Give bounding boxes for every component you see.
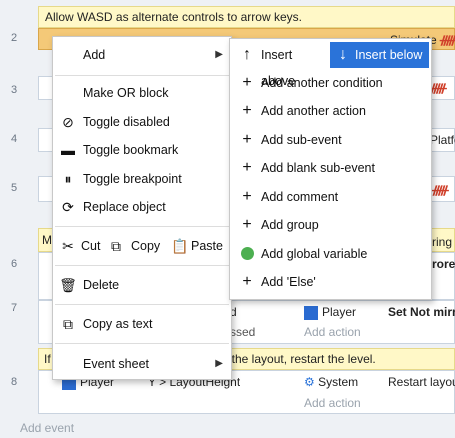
action-text: Platfo <box>430 133 455 147</box>
menu-label: Add blank sub-event <box>261 161 375 175</box>
trash-icon: 🗑 <box>59 277 77 293</box>
menu-separator <box>55 226 229 227</box>
line-number: 4 <box>10 133 18 145</box>
menu-label: Insert below <box>355 48 423 62</box>
menu-label: Toggle bookmark <box>83 143 179 157</box>
disabled-icon: ⊘ <box>62 114 74 130</box>
action-object[interactable]: ⚙ System <box>304 372 358 392</box>
menu-item-add-group[interactable]: + Add group <box>230 212 431 238</box>
submenu-arrow-icon: ▶ <box>215 358 223 369</box>
menu-label: Add sub-event <box>261 133 342 147</box>
plus-icon: + <box>242 216 252 233</box>
paste-icon: 📋 <box>171 238 189 254</box>
player-icon <box>304 305 318 320</box>
action-text[interactable]: Restart layou <box>388 372 455 392</box>
insert-above-button[interactable]: ↑ Insert above <box>230 42 326 88</box>
copy-button[interactable]: Copy <box>131 233 160 259</box>
line-number: 8 <box>10 376 18 388</box>
menu-item-add-action[interactable]: + Add another action <box>230 98 431 124</box>
add-submenu: ↑ Insert above ↓ Insert below + Add anot… <box>229 38 432 300</box>
menu-label: Add global variable <box>261 247 368 261</box>
context-menu: Add ▶ Make OR block ⊘ Toggle disabled ▬ … <box>52 36 232 380</box>
plus-icon: + <box>242 131 252 148</box>
menu-label: Copy as text <box>83 317 153 331</box>
menu-label: Toggle disabled <box>83 115 170 129</box>
menu-separator <box>55 75 229 76</box>
action-object[interactable]: Player <box>304 302 356 322</box>
menu-item-add-blank-sub-event[interactable]: + Add blank sub-event <box>230 155 431 181</box>
menu-label: Event sheet <box>83 357 150 371</box>
line-number: 7 <box>10 302 18 314</box>
menu-item-add-comment[interactable]: + Add comment <box>230 184 431 210</box>
action-text: ᚏ <box>432 183 449 197</box>
menu-separator <box>55 343 229 344</box>
menu-label: Add <box>83 48 106 62</box>
comment-fragment: If <box>44 352 51 366</box>
plus-icon: + <box>242 159 252 176</box>
comment-row[interactable]: Allow WASD as alternate controls to arro… <box>38 6 455 28</box>
menu-item-add-sub-event[interactable]: + Add sub-event <box>230 127 431 153</box>
action-text[interactable]: Set Not mirr <box>388 302 455 322</box>
add-action-link[interactable]: Add action <box>304 393 361 413</box>
add-event-link[interactable]: Add event <box>20 418 74 438</box>
menu-label: Add another action <box>261 104 366 118</box>
comment-fragment: M <box>42 233 52 247</box>
menu-item-copy-as-text[interactable]: ⧉ Copy as text <box>53 311 231 337</box>
cut-icon: ✂ <box>62 238 74 254</box>
copy-icon: ⧉ <box>111 238 121 254</box>
menu-item-event-sheet[interactable]: Event sheet ▶ <box>53 351 231 377</box>
arrow-up-icon: ↑ <box>243 46 251 63</box>
plus-icon: + <box>242 273 252 290</box>
menu-item-add-global-variable[interactable]: Add global variable <box>230 241 431 267</box>
action-text: ᚏ <box>430 81 447 95</box>
system-icon: ⚙ <box>304 375 315 389</box>
menu-item-delete[interactable]: 🗑 Delete <box>53 272 231 298</box>
plus-icon: + <box>242 102 252 119</box>
menu-item-make-or-block[interactable]: Make OR block <box>53 80 231 106</box>
menu-item-add-else[interactable]: + Add 'Else' <box>230 269 431 295</box>
copy-icon: ⧉ <box>63 316 73 332</box>
paste-button[interactable]: Paste <box>191 233 223 259</box>
menu-item-replace-object[interactable]: ⟳ Replace object <box>53 194 231 220</box>
menu-label: Add another condition <box>261 76 383 90</box>
globe-icon <box>238 241 256 267</box>
menu-item-add[interactable]: Add ▶ <box>53 42 231 68</box>
menu-label: Make OR block <box>83 86 169 100</box>
menu-label: Delete <box>83 278 120 292</box>
comment-fragment: f the layout, restart the level. <box>225 352 376 366</box>
replace-icon: ⟳ <box>62 199 74 215</box>
menu-label: Add 'Else' <box>261 275 316 289</box>
condition-text: ssed <box>230 325 256 339</box>
insert-below-button[interactable]: ↓ Insert below <box>330 42 429 68</box>
add-action-link[interactable]: Add action <box>304 322 361 342</box>
menu-separator <box>55 304 229 305</box>
action-text: rored <box>432 257 455 271</box>
menu-separator <box>55 265 229 266</box>
arrow-down-icon: ↓ <box>339 46 347 63</box>
plus-icon: + <box>242 74 252 91</box>
plus-icon: + <box>242 188 252 205</box>
cut-button[interactable]: Cut <box>81 233 100 259</box>
line-number: 3 <box>10 84 18 96</box>
menu-item-add-condition[interactable]: + Add another condition <box>230 70 431 96</box>
menu-item-toggle-bookmark[interactable]: ▬ Toggle bookmark <box>53 137 231 163</box>
menu-label: Add group <box>261 218 319 232</box>
menu-row-clipboard: ✂ Cut ⧉ Copy 📋 Paste <box>53 233 231 259</box>
menu-item-toggle-disabled[interactable]: ⊘ Toggle disabled <box>53 109 231 135</box>
bookmark-icon: ▬ <box>61 142 75 158</box>
line-number: 2 <box>10 32 18 44</box>
submenu-arrow-icon: ▶ <box>215 49 223 60</box>
menu-label: Add comment <box>261 190 339 204</box>
menu-item-toggle-breakpoint[interactable]: ⏸ Toggle breakpoint <box>53 166 231 192</box>
line-number: 6 <box>10 258 18 270</box>
breakpoint-icon: ⏸ <box>64 171 72 187</box>
menu-label: Replace object <box>83 200 166 214</box>
comment-fragment: ring l <box>432 235 455 249</box>
menu-label: Toggle breakpoint <box>83 172 182 186</box>
line-number: 5 <box>10 182 18 194</box>
